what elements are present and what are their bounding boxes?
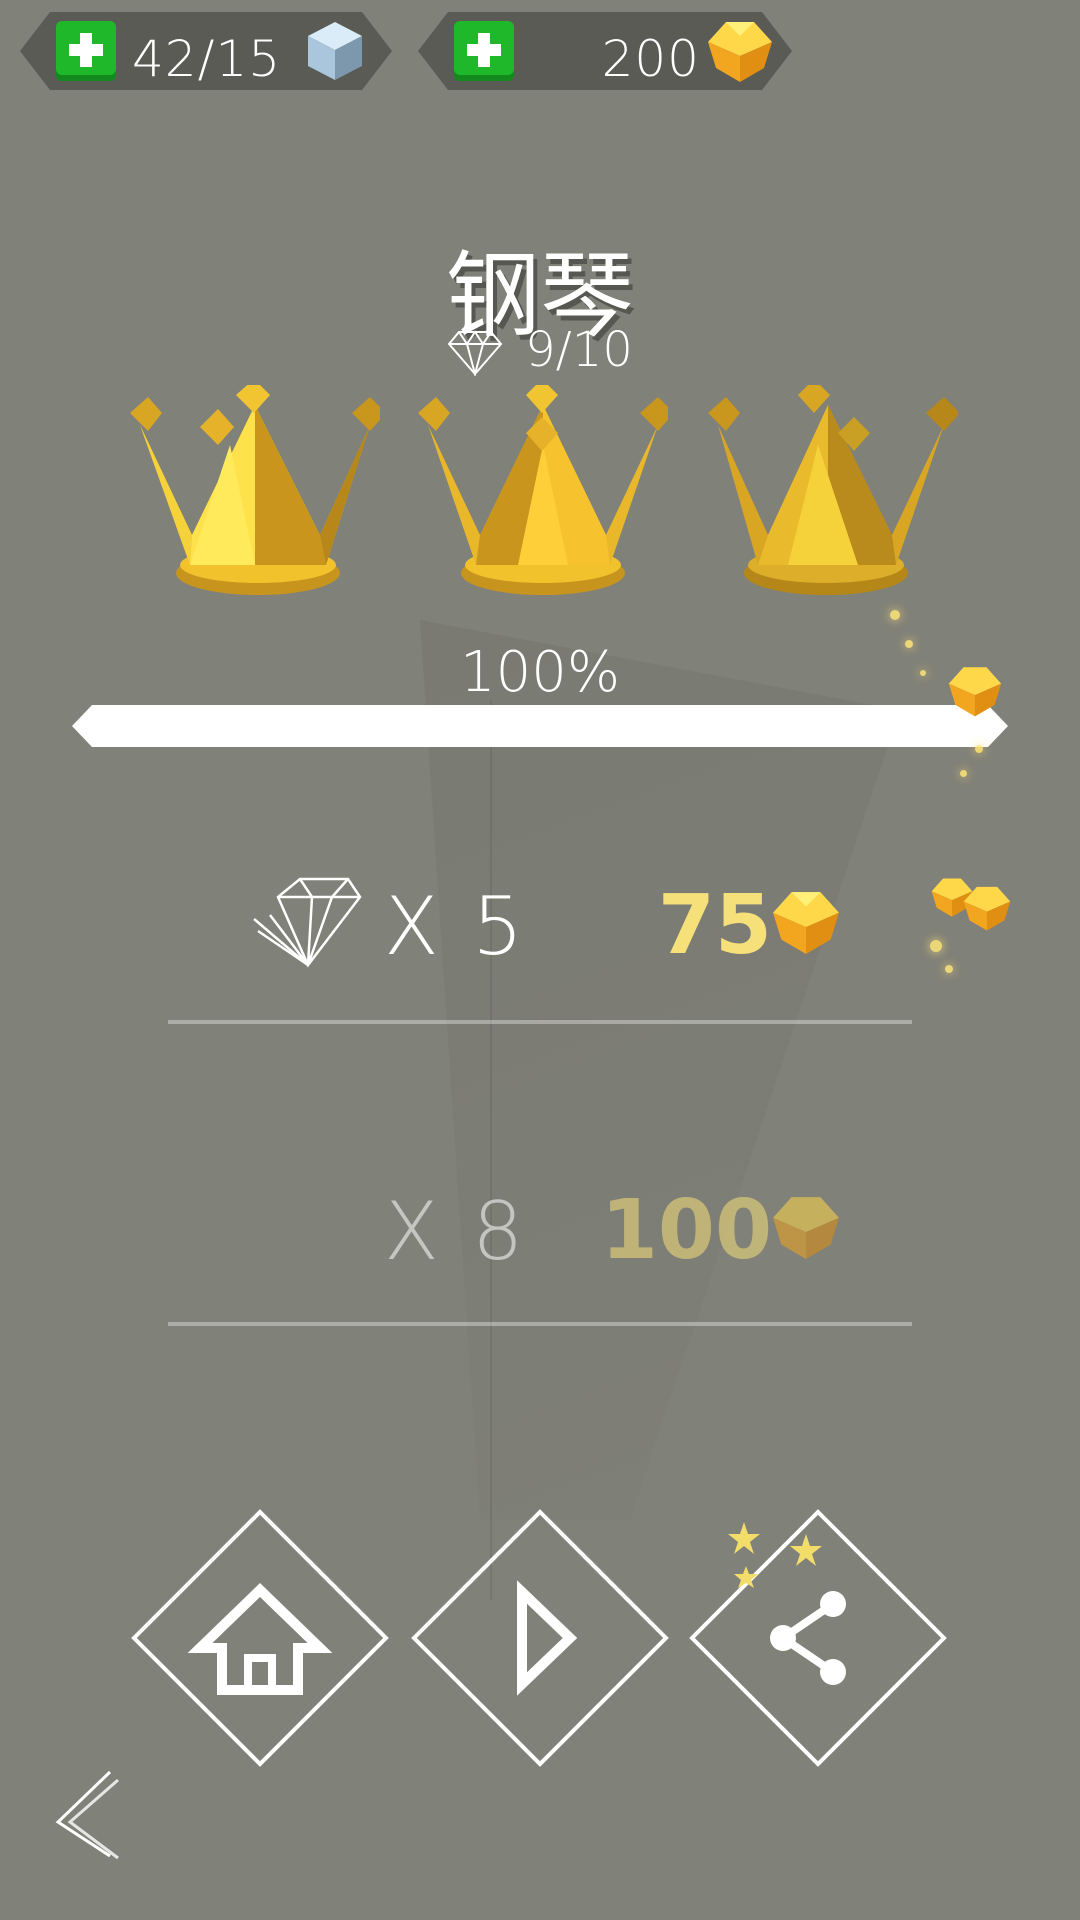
reward-amount: 75 <box>657 878 772 973</box>
reward-row: X 8 100 <box>168 1175 912 1285</box>
gold-gem-icon <box>706 18 774 84</box>
gem-counter: 200 <box>418 12 792 90</box>
flying-gem-icon <box>948 667 1002 717</box>
cube-count: 42/15 <box>132 30 282 88</box>
reward-row: X 5 75 <box>168 870 912 980</box>
progress-bar <box>72 705 1008 747</box>
crown-icon <box>130 385 380 595</box>
gold-gem-icon <box>773 892 839 954</box>
sparkle <box>930 940 942 952</box>
sparkle <box>890 610 900 620</box>
sparkle <box>960 770 967 777</box>
play-icon <box>517 1580 578 1696</box>
sparkle <box>920 670 926 676</box>
diamond-icon <box>447 330 503 378</box>
play-button[interactable] <box>410 1508 670 1768</box>
back-button[interactable] <box>48 1766 128 1862</box>
sparkle <box>905 640 913 648</box>
add-gems-button[interactable] <box>454 21 514 81</box>
background-shape <box>420 620 900 1520</box>
reward-multiplier: X 5 <box>384 880 528 973</box>
home-button[interactable] <box>130 1508 390 1768</box>
gold-gem-icon <box>773 1197 839 1259</box>
home-icon <box>187 1583 333 1695</box>
crown-icon <box>418 385 668 595</box>
crown-icon <box>708 385 958 595</box>
star-sparkles <box>728 1522 822 1588</box>
cube-icon <box>304 20 366 82</box>
background-line <box>490 700 492 1600</box>
sparkle <box>975 745 983 753</box>
progress-percent: 100% <box>459 640 621 705</box>
back-chevron-icon <box>55 1770 112 1858</box>
progress-fill <box>72 705 1008 747</box>
reward-multiplier: X 8 <box>384 1185 528 1278</box>
cube-counter: 42/15 <box>20 12 392 90</box>
diamond-count: 9/10 <box>525 322 633 378</box>
flying-gem-icon <box>963 886 1011 931</box>
diamond-outline-icon <box>253 877 362 968</box>
divider <box>168 1020 912 1024</box>
share-icon <box>770 1591 846 1685</box>
divider <box>168 1322 912 1326</box>
gem-count: 200 <box>601 30 700 88</box>
diamond-progress: 9/10 <box>0 322 1080 378</box>
reward-amount: 100 <box>600 1183 772 1278</box>
sparkle <box>945 965 953 973</box>
add-cubes-button[interactable] <box>56 21 116 81</box>
